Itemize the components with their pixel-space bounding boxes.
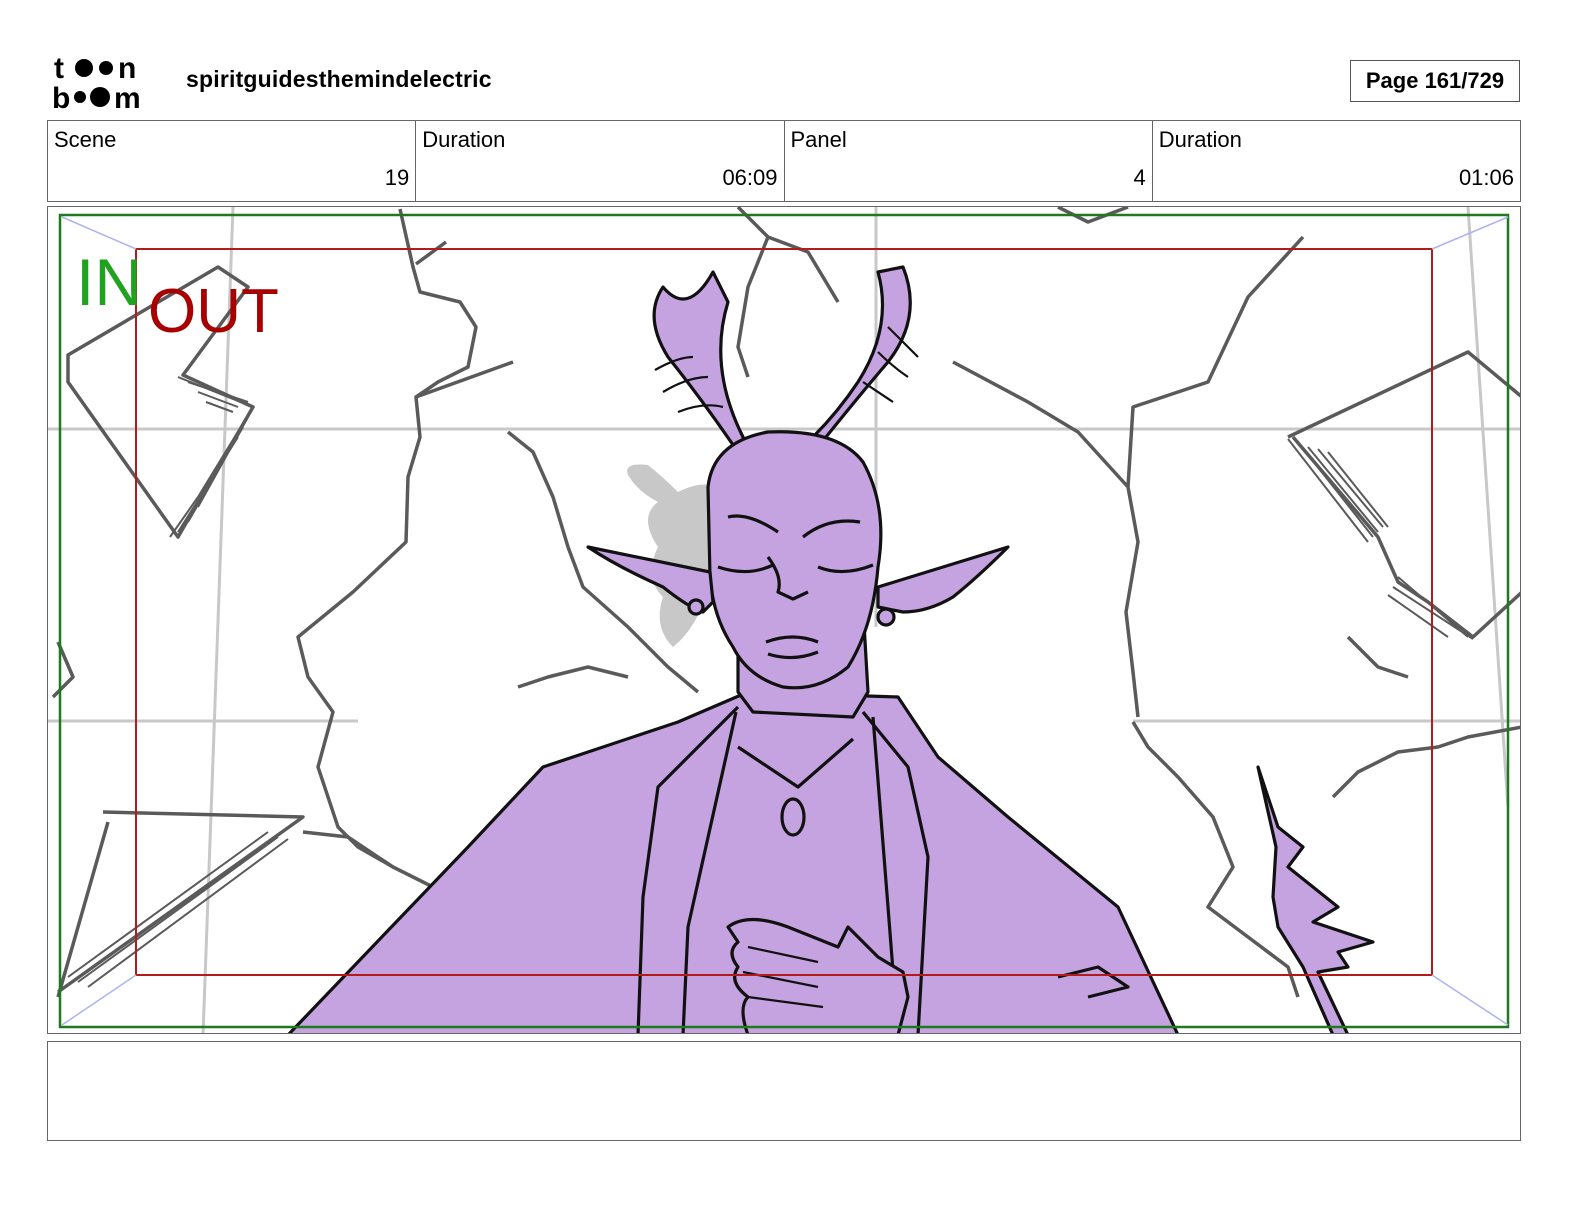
- panel-value: 4: [1133, 165, 1146, 190]
- scene-duration-cell: Duration 06:09: [416, 121, 785, 201]
- scene-duration-label: Duration: [422, 127, 506, 152]
- out-marker: OUT: [148, 277, 279, 346]
- storyboard-panel: IN OUT: [47, 206, 1521, 1034]
- svg-text:t: t: [54, 52, 64, 85]
- panel-info-table: Scene 19 Duration 06:09 Panel 4 Duration…: [47, 120, 1521, 202]
- in-marker: IN: [76, 245, 142, 319]
- scene-label: Scene: [54, 127, 117, 152]
- panel-duration-label: Duration: [1158, 127, 1242, 152]
- demon-character: [287, 265, 1375, 1033]
- panel-label: Panel: [790, 127, 847, 152]
- scene-cell: Scene 19: [48, 121, 417, 201]
- scene-value: 19: [384, 165, 410, 190]
- panel-drawing: IN OUT: [48, 207, 1520, 1033]
- svg-text:m: m: [114, 82, 141, 112]
- project-name: spiritguidesthemindelectric: [186, 66, 492, 92]
- svg-text:n: n: [118, 52, 136, 85]
- panel-duration-cell: Duration 01:06: [1153, 121, 1520, 201]
- panel-notes[interactable]: [47, 1041, 1521, 1141]
- panel-cell: Panel 4: [785, 121, 1153, 201]
- toon-boom-logo: t n b m: [52, 52, 162, 115]
- scene-duration-value: 06:09: [722, 165, 778, 190]
- svg-text:b: b: [52, 82, 70, 112]
- page-indicator: Page 161/729: [1350, 60, 1520, 102]
- panel-duration-value: 01:06: [1458, 165, 1514, 190]
